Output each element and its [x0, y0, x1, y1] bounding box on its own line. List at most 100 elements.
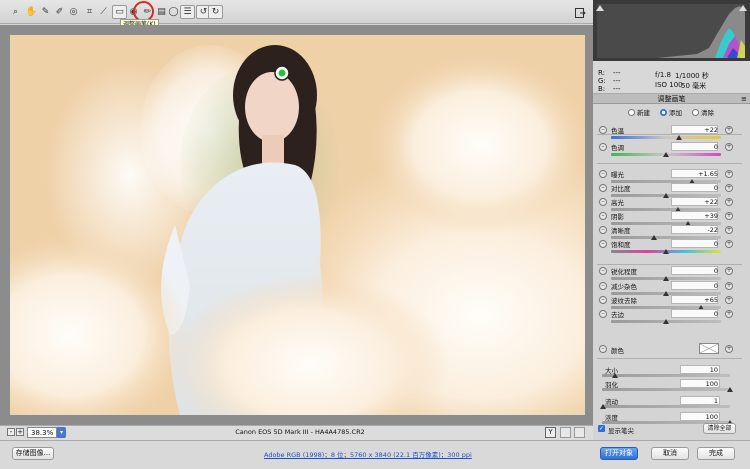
zoom-dropdown-icon[interactable]: ▾: [57, 427, 66, 438]
slider-label: 色调: [611, 144, 624, 152]
slider-label: 阴影: [611, 213, 624, 221]
slider-plus-icon[interactable]: +: [725, 240, 733, 248]
slider-plus-icon[interactable]: +: [725, 170, 733, 178]
before-after-icon[interactable]: Y: [545, 427, 556, 438]
mode-erase-radio[interactable]: 清除: [692, 107, 714, 117]
mode-add-radio[interactable]: 添加: [660, 107, 682, 117]
slider-minus-icon[interactable]: –: [599, 212, 607, 220]
slider-plus-icon[interactable]: +: [725, 143, 733, 151]
slider-plus-icon[interactable]: +: [725, 282, 733, 290]
fullscreen-icon[interactable]: [573, 6, 588, 20]
slider-minus-icon[interactable]: –: [599, 226, 607, 234]
mode-new-radio[interactable]: 新建: [628, 107, 650, 117]
slider-value: 0: [713, 267, 718, 275]
slider-minus-icon[interactable]: –: [599, 184, 607, 192]
slider-value: 0: [713, 143, 718, 151]
slider-plus-icon[interactable]: +: [725, 267, 733, 275]
zoom-in-button[interactable]: +: [16, 428, 24, 436]
brush-slider-thumb[interactable]: [727, 387, 733, 392]
radial-filter-icon[interactable]: ◯: [166, 5, 181, 19]
slider-minus-icon[interactable]: –: [599, 282, 607, 290]
color-sampler-icon[interactable]: ✐: [52, 5, 67, 19]
panel-divider: [597, 134, 742, 135]
brush-value: 100: [705, 413, 718, 421]
view-toggle-icon[interactable]: [560, 427, 571, 438]
panel-divider: [597, 264, 742, 265]
slider-label: 高光: [611, 199, 624, 207]
slider-label: 波纹去除: [611, 297, 637, 305]
slider-plus-icon[interactable]: +: [725, 212, 733, 220]
slider-minus-icon[interactable]: –: [599, 296, 607, 304]
slider-minus-icon[interactable]: –: [599, 126, 607, 134]
slider-plus-icon[interactable]: +: [725, 126, 733, 134]
shadow-clipping-icon[interactable]: [596, 5, 604, 11]
slider-plus-icon[interactable]: +: [725, 226, 733, 234]
targeted-adjust-icon[interactable]: ◎: [66, 5, 81, 19]
slider-thumb[interactable]: [663, 291, 669, 296]
slider-plus-icon[interactable]: +: [725, 198, 733, 206]
slider-minus-icon[interactable]: –: [599, 170, 607, 178]
done-button[interactable]: 完成: [697, 447, 735, 460]
show-mask-label: 显示笔尖: [608, 427, 634, 435]
focal-length: 50 毫米: [681, 82, 707, 90]
panel-menu-icon[interactable]: ≡: [741, 95, 747, 103]
zoom-icon[interactable]: ⌕: [8, 5, 23, 19]
slider-track[interactable]: [611, 136, 721, 139]
g-label: G:: [598, 77, 606, 85]
rotate-right-icon[interactable]: ↻: [208, 5, 223, 19]
slider-plus-icon[interactable]: +: [725, 184, 733, 192]
color-plus-icon[interactable]: +: [725, 345, 733, 353]
slider-thumb[interactable]: [676, 135, 683, 140]
view-swap-icon[interactable]: [574, 427, 585, 438]
panel-divider: [597, 163, 742, 164]
camera-info: R: --- G: --- B: --- f/1.8 1/1000 秒 ISO …: [593, 61, 750, 94]
brush-value: 100: [705, 380, 718, 388]
cancel-button[interactable]: 取消: [651, 447, 689, 460]
slider-label: 对比度: [611, 185, 631, 193]
slider-minus-icon[interactable]: –: [599, 310, 607, 318]
slider-minus-icon[interactable]: –: [599, 143, 607, 151]
slider-value: +22: [704, 126, 718, 134]
b-value: ---: [613, 85, 621, 93]
slider-thumb[interactable]: [663, 152, 669, 157]
show-mask-checkbox[interactable]: ✓: [598, 425, 605, 432]
slider-thumb[interactable]: [650, 235, 657, 240]
slider-plus-icon[interactable]: +: [725, 310, 733, 318]
preferences-icon[interactable]: ☰: [180, 5, 195, 19]
slider-plus-icon[interactable]: +: [725, 296, 733, 304]
color-swatch[interactable]: [699, 343, 719, 354]
spot-removal-icon[interactable]: ▭: [112, 5, 127, 19]
slider-minus-icon[interactable]: –: [599, 267, 607, 275]
brush-slider-track[interactable]: [602, 405, 730, 408]
g-value: ---: [613, 77, 621, 85]
highlight-clipping-icon[interactable]: [739, 5, 747, 11]
hand-icon[interactable]: ✋: [24, 5, 39, 19]
photo-preview[interactable]: [10, 35, 585, 415]
open-object-button[interactable]: 打开对象: [600, 447, 638, 460]
slider-thumb[interactable]: [663, 319, 669, 324]
white-balance-icon[interactable]: ✎: [38, 5, 53, 19]
clear-all-button[interactable]: 清除全部: [703, 423, 736, 434]
brush-slider-track[interactable]: [602, 374, 730, 377]
slider-thumb[interactable]: [663, 193, 669, 198]
slider-value: 0: [713, 282, 718, 290]
slider-label: 饱和度: [611, 241, 631, 249]
crop-icon[interactable]: ⌗: [82, 5, 97, 19]
zoom-level[interactable]: 38.3%: [27, 427, 57, 438]
zoom-out-button[interactable]: -: [7, 428, 15, 436]
brush-slider-thumb[interactable]: [611, 373, 618, 378]
brush-slider-track[interactable]: [602, 388, 730, 391]
slider-minus-icon[interactable]: –: [599, 240, 607, 248]
slider-thumb[interactable]: [663, 276, 669, 281]
brush-slider-thumb[interactable]: [600, 404, 607, 409]
slider-label: 曝光: [611, 171, 624, 179]
slider-thumb[interactable]: [663, 249, 669, 254]
straighten-icon[interactable]: ⟋: [96, 5, 111, 19]
color-label: 颜色: [611, 347, 624, 355]
camera-filename: Canon EOS 5D Mark III - HA4A4785.CR2: [235, 428, 365, 436]
save-image-button[interactable]: 存储图像...: [12, 447, 54, 460]
workflow-options-link[interactable]: Adobe RGB (1998)；8 位；5760 x 3840 (22.1 百…: [264, 449, 472, 459]
color-minus-icon[interactable]: –: [599, 345, 607, 353]
slider-minus-icon[interactable]: –: [599, 198, 607, 206]
slider-value: 0: [713, 240, 718, 248]
